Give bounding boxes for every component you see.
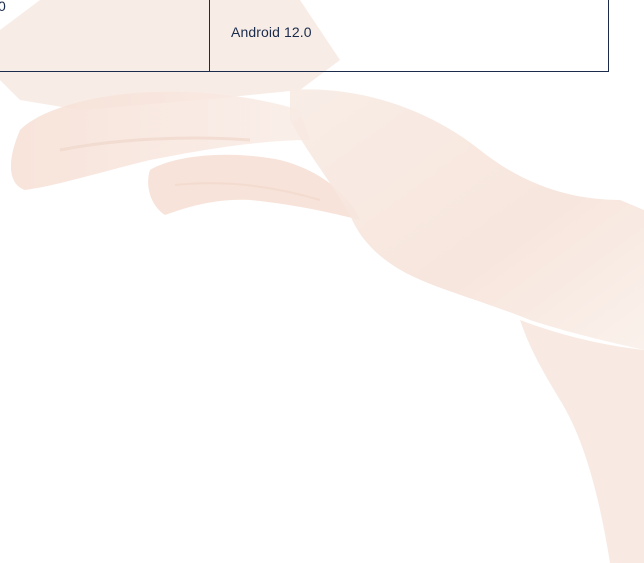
- palm-shape: [290, 89, 644, 351]
- page: 0 Android 12.0: [0, 0, 644, 563]
- spec-table: 0 Android 12.0: [0, 0, 609, 72]
- spec-cell-right: Android 12.0: [210, 0, 609, 72]
- spec-cell-left-value: 0: [0, 0, 6, 14]
- os-version-value: Android 12.0: [231, 24, 312, 40]
- hand-illustration: [0, 0, 644, 563]
- forearm-shape: [520, 320, 644, 563]
- spec-cell-left: 0: [0, 0, 210, 72]
